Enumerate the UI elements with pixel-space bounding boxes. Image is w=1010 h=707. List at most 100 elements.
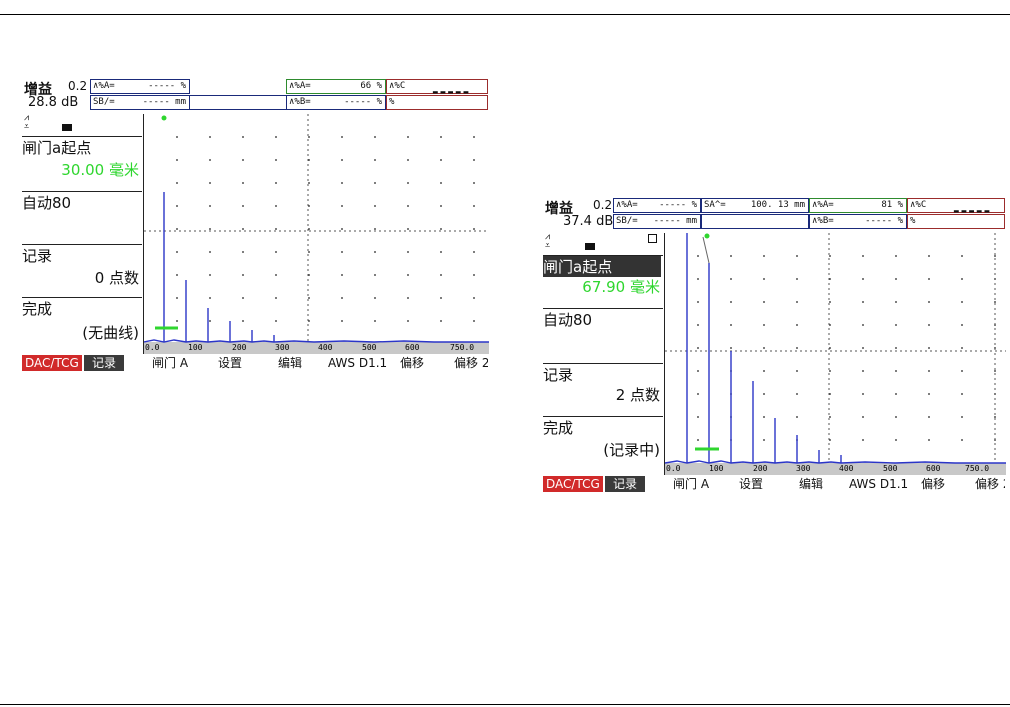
grid-dot xyxy=(928,255,930,257)
grid-dot xyxy=(176,182,178,184)
record-section[interactable]: 记录 2 点数 xyxy=(543,364,663,417)
grid-dot xyxy=(440,274,442,276)
grid-dot xyxy=(928,278,930,280)
menu-edit[interactable]: 编辑 xyxy=(799,476,823,492)
grid xyxy=(176,136,475,322)
grid-dot xyxy=(341,182,343,184)
auto80-section[interactable]: 自动80 xyxy=(22,192,142,245)
gate-start-value: 67.90 毫米 xyxy=(582,278,660,296)
save-icon xyxy=(648,234,657,243)
done-section[interactable]: 完成 (记录中) xyxy=(543,417,663,473)
grid-dot xyxy=(176,274,178,276)
grid-dot xyxy=(440,136,442,138)
grid-dot xyxy=(796,370,798,372)
grid-dot xyxy=(407,274,409,276)
menu-offset[interactable]: 偏移 xyxy=(921,476,945,492)
auto80-label: 自动80 xyxy=(22,194,72,212)
record-section[interactable]: 记录 0 点数 xyxy=(22,245,142,298)
a-scan-plot[interactable]: 0.0 100 200 300 400 500 600 750.0 xyxy=(143,114,489,354)
grid-dot xyxy=(440,297,442,299)
grid-dot xyxy=(961,439,963,441)
grid-dot xyxy=(697,347,699,349)
readout-3b xyxy=(701,214,809,229)
grid-dot xyxy=(796,324,798,326)
grid-dot xyxy=(994,255,996,257)
grid-dot xyxy=(407,182,409,184)
gain-step[interactable]: 0.2 xyxy=(68,79,87,93)
top-rule xyxy=(0,14,1010,15)
grid-dot xyxy=(730,324,732,326)
grid-dot xyxy=(829,255,831,257)
grid-dot xyxy=(862,324,864,326)
menu-offset-2[interactable]: 偏移 2 xyxy=(454,355,488,371)
grid-dot xyxy=(697,393,699,395)
grid-dot xyxy=(829,416,831,418)
grid-dot xyxy=(994,301,996,303)
readout-5: ∧%B= ----- % xyxy=(809,214,907,229)
menu-dac-tcg[interactable]: DAC/TCG xyxy=(22,355,82,371)
grid-dot xyxy=(374,274,376,276)
grid-dot xyxy=(176,205,178,207)
grid-dot xyxy=(763,255,765,257)
grid-dot xyxy=(275,297,277,299)
menu-record[interactable]: 记录 xyxy=(84,355,125,371)
grid-dot xyxy=(176,251,178,253)
menu-gate-a[interactable]: 闸门 A xyxy=(152,355,188,371)
grid-dot xyxy=(961,416,963,418)
grid-dot xyxy=(473,182,475,184)
grid-dot xyxy=(275,136,277,138)
gate-start-section[interactable]: 闸门a起点 67.90 毫米 xyxy=(543,256,663,309)
grid-dot xyxy=(473,205,475,207)
grid-dot xyxy=(829,370,831,372)
gate-marker[interactable] xyxy=(704,233,710,239)
echo-trace xyxy=(665,233,1006,464)
done-section[interactable]: 完成 (无曲线) xyxy=(22,298,142,352)
menu-aws[interactable]: AWS D1.1 xyxy=(328,355,387,371)
menu-record[interactable]: 记录 xyxy=(605,476,646,492)
menu-gate-a[interactable]: 闸门 A xyxy=(673,476,709,492)
menu-dac-tcg[interactable]: DAC/TCG xyxy=(543,476,603,492)
axis-tick-400: 400 xyxy=(318,343,333,352)
grid-dot xyxy=(374,136,376,138)
gate-marker[interactable] xyxy=(161,115,167,121)
function-menu: DAC/TCG 记录 闸门 A 设置 编辑 AWS D1.1 偏移 偏移 2 xyxy=(543,476,1005,492)
grid-dot xyxy=(862,393,864,395)
menu-aws[interactable]: AWS D1.1 xyxy=(849,476,908,492)
grid-dot xyxy=(407,228,409,230)
grid-dot xyxy=(730,347,732,349)
menu-offset[interactable]: 偏移 xyxy=(400,355,424,371)
grid-dot xyxy=(928,324,930,326)
side-panel: ⩘ ⩡ 闸门a起点 67.90 毫米 自动80 记录 2 点数 完成 (记录中) xyxy=(543,233,663,475)
auto80-section[interactable]: 自动80 xyxy=(543,309,663,364)
grid-dot xyxy=(308,297,310,299)
grid-dot xyxy=(862,347,864,349)
menu-offset-2[interactable]: 偏移 2 xyxy=(975,476,1005,492)
menu-settings[interactable]: 设置 xyxy=(739,476,763,492)
readout-1: ∧%A= ----- % xyxy=(90,79,190,94)
grid-dot xyxy=(407,205,409,207)
a-scan-plot[interactable]: 0.0 100 200 300 400 500 600 750.0 xyxy=(664,233,1006,475)
grid-dot xyxy=(242,205,244,207)
status-icons: ⩘ ⩡ xyxy=(22,114,142,137)
grid-dot xyxy=(862,278,864,280)
grid-dot xyxy=(275,274,277,276)
grid-dot xyxy=(473,320,475,322)
gate-start-section[interactable]: 闸门a起点 30.00 毫米 xyxy=(22,137,142,192)
gain-step[interactable]: 0.2 xyxy=(593,198,612,212)
grid-dot xyxy=(895,347,897,349)
menu-edit[interactable]: 编辑 xyxy=(278,355,302,371)
readout-4: ∧%A= 66 % xyxy=(286,79,386,94)
grid-dot xyxy=(796,255,798,257)
header-bar: 增益 0.2 28.8 dB ∧%A= ----- % SB/= ----- mm … xyxy=(22,78,488,114)
grid-dot xyxy=(341,320,343,322)
grid-dot xyxy=(697,370,699,372)
grid-dot xyxy=(440,182,442,184)
grid-dot xyxy=(862,255,864,257)
axis-tick-300: 300 xyxy=(796,464,811,473)
menu-settings[interactable]: 设置 xyxy=(218,355,242,371)
readout-3 xyxy=(190,95,286,110)
grid-dot xyxy=(440,159,442,161)
grid-dot xyxy=(763,370,765,372)
grid-dot xyxy=(374,228,376,230)
grid-dot xyxy=(275,159,277,161)
